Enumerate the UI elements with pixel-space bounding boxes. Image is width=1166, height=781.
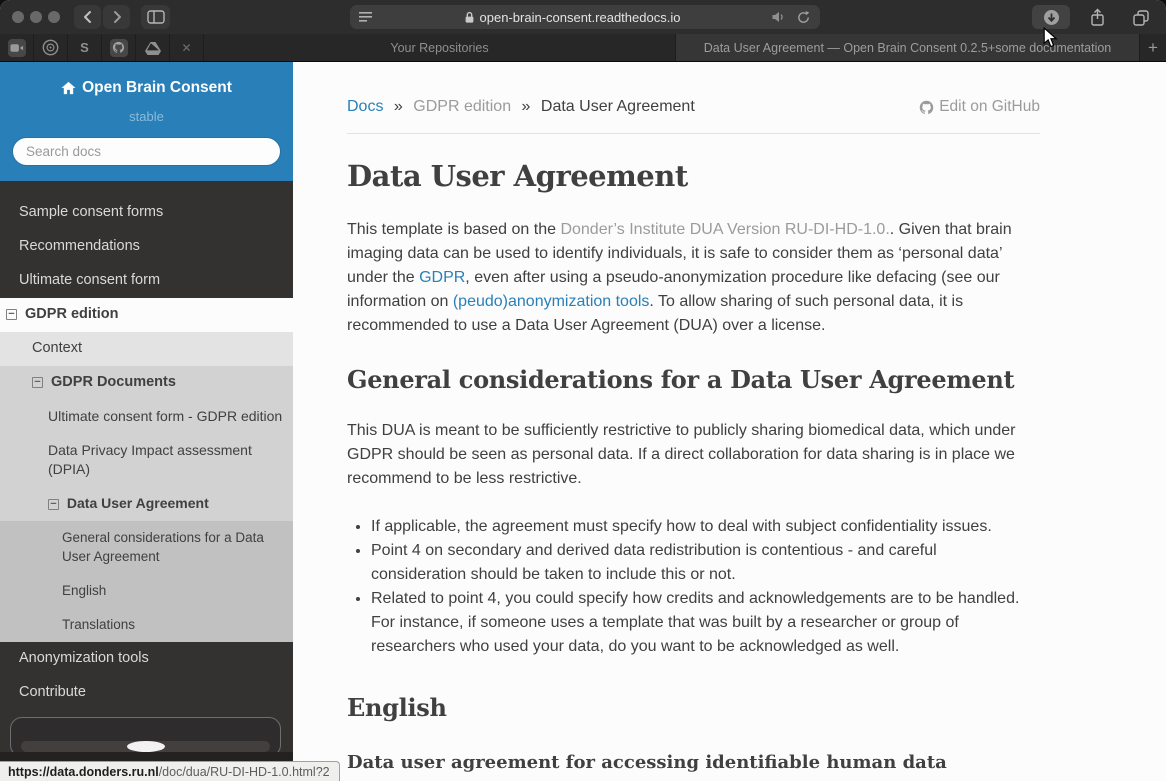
traffic-light-minimize[interactable] xyxy=(30,11,42,23)
drive-triangle-icon xyxy=(145,41,161,55)
s-logo-icon: S xyxy=(80,40,89,55)
donders-dua-link[interactable]: Donder’s Institute DUA Version RU-DI-HD-… xyxy=(560,221,889,238)
sidebar-nav: Sample consent forms Recommendations Ult… xyxy=(0,196,293,778)
docs-sidebar: Open Brain Consent stable Sample consent… xyxy=(0,62,293,781)
sidebar-item-general-considerations[interactable]: General considerations for a Data User A… xyxy=(0,521,293,574)
url-text: open-brain-consent.readthedocs.io xyxy=(480,10,681,25)
sidebar-item-gdpr-edition[interactable]: − GDPR edition xyxy=(0,298,293,332)
breadcrumb-current-page: Data User Agreement xyxy=(541,98,695,115)
breadcrumb: Docs » GDPR edition » Data User Agreemen… xyxy=(347,95,1040,119)
ad-oval xyxy=(127,741,165,752)
subsection-heading-dua: Data user agreement for accessing identi… xyxy=(347,751,1053,774)
project-title: Open Brain Consent xyxy=(82,79,232,97)
sidebar-item-contribute[interactable]: Contribute xyxy=(0,676,293,710)
back-button[interactable] xyxy=(74,5,101,29)
sidebar-header: Open Brain Consent stable xyxy=(0,62,293,181)
version-label: stable xyxy=(0,109,293,124)
page-body: Open Brain Consent stable Sample consent… xyxy=(0,62,1166,781)
section-heading-general: General considerations for a Data User A… xyxy=(347,365,1053,394)
chevron-right-icon xyxy=(108,8,126,26)
sidebar-item-sample-consent-forms[interactable]: Sample consent forms xyxy=(0,196,293,230)
breadcrumb-section-link[interactable]: GDPR edition xyxy=(413,98,511,115)
new-tab-button[interactable]: + xyxy=(1140,34,1166,61)
spiral-disc-icon xyxy=(42,39,59,56)
downloads-button[interactable] xyxy=(1032,5,1070,29)
tab-title: Your Repositories xyxy=(390,41,488,55)
pinned-tab-x[interactable]: ✕ xyxy=(170,34,204,61)
x-icon: ✕ xyxy=(181,41,191,55)
edit-on-github-link[interactable]: Edit on GitHub xyxy=(919,95,1040,119)
download-icon xyxy=(1043,9,1060,26)
docs-content: Docs » GDPR edition » Data User Agreemen… xyxy=(293,62,1166,781)
pinned-tab-video[interactable] xyxy=(0,34,34,61)
share-icon xyxy=(1089,8,1106,27)
status-url-path: /doc/dua/RU-DI-HD-1.0.html?2 xyxy=(159,765,330,779)
general-paragraph: This DUA is meant to be sufficiently res… xyxy=(347,419,1040,491)
gdpr-link[interactable]: GDPR xyxy=(419,269,465,286)
sidebar-item-translations[interactable]: Translations xyxy=(0,608,293,642)
tab-your-repositories[interactable]: Your Repositories xyxy=(204,34,676,61)
sidebar-item-ultimate-consent-form-gdpr[interactable]: Ultimate consent form - GDPR edition xyxy=(0,400,293,434)
tab-data-user-agreement-active[interactable]: Data User Agreement — Open Brain Consent… xyxy=(676,34,1140,61)
considerations-list: If applicable, the agreement must specif… xyxy=(347,515,1020,659)
home-icon xyxy=(61,81,76,95)
sidebar-item-recommendations[interactable]: Recommendations xyxy=(0,230,293,264)
forward-button[interactable] xyxy=(103,5,130,29)
tab-bar: S ✕ Your Repositories Data User Agreemen… xyxy=(0,34,1166,62)
breadcrumb-docs-link[interactable]: Docs xyxy=(347,98,383,115)
collapse-icon[interactable]: − xyxy=(48,499,59,510)
project-home-link[interactable]: Open Brain Consent xyxy=(61,79,232,97)
pinned-tab-github[interactable] xyxy=(102,34,136,61)
audio-mute-icon[interactable] xyxy=(771,10,786,24)
browser-window: open-brain-consent.readthedocs.io xyxy=(0,0,1166,781)
reload-icon[interactable] xyxy=(796,10,811,25)
ad-placeholder xyxy=(10,717,281,757)
sidebar-item-gdpr-documents[interactable]: − GDPR Documents xyxy=(0,366,293,400)
breadcrumb-divider xyxy=(347,133,1040,134)
page-title: Data User Agreement xyxy=(347,159,1053,193)
tab-overview-button[interactable] xyxy=(1124,5,1158,29)
search-input[interactable] xyxy=(12,137,281,166)
section-heading-english: English xyxy=(347,693,1053,722)
intro-paragraph: This template is based on the Donder’s I… xyxy=(347,218,1040,338)
pinned-tab-spiral[interactable] xyxy=(34,34,68,61)
breadcrumb-separator: » xyxy=(522,98,531,115)
browser-toolbar: open-brain-consent.readthedocs.io xyxy=(0,0,1166,34)
sidebar-toggle-button[interactable] xyxy=(141,5,170,29)
reader-view-icon[interactable] xyxy=(359,11,373,23)
anonymization-tools-link[interactable]: (peudo)anonymization tools xyxy=(453,293,650,310)
url-bar[interactable]: open-brain-consent.readthedocs.io xyxy=(350,5,820,29)
sidebar-item-anonymization-tools[interactable]: Anonymization tools xyxy=(0,642,293,676)
status-url-domain: https://data.donders.ru.nl xyxy=(8,765,159,779)
lock-icon xyxy=(464,11,475,24)
sidebar-item-english[interactable]: English xyxy=(0,574,293,608)
collapse-icon[interactable]: − xyxy=(32,377,43,388)
tabs-overview-icon xyxy=(1132,9,1150,26)
list-item: Related to point 4, you could specify ho… xyxy=(371,587,1020,659)
link-status-bar: https://data.donders.ru.nl/doc/dua/RU-DI… xyxy=(0,761,340,781)
sidebar-item-context[interactable]: Context xyxy=(0,332,293,366)
sidebar-panel-icon xyxy=(147,9,165,25)
chevron-left-icon xyxy=(79,8,97,26)
sidebar-item-ultimate-consent-form[interactable]: Ultimate consent form xyxy=(0,264,293,298)
breadcrumb-separator: » xyxy=(394,98,403,115)
video-camera-icon xyxy=(8,39,26,57)
list-item: Point 4 on secondary and derived data re… xyxy=(371,539,1020,587)
tab-title: Data User Agreement — Open Brain Consent… xyxy=(704,41,1112,55)
github-icon xyxy=(110,39,128,57)
sidebar-item-dpia[interactable]: Data Privacy Impact assessment (DPIA) xyxy=(0,434,293,487)
traffic-light-close[interactable] xyxy=(12,11,24,23)
share-button[interactable] xyxy=(1081,5,1113,29)
pinned-tab-s[interactable]: S xyxy=(68,34,102,61)
sidebar-item-data-user-agreement[interactable]: − Data User Agreement xyxy=(0,487,293,521)
pinned-tab-drive[interactable] xyxy=(136,34,170,61)
collapse-icon[interactable]: − xyxy=(6,309,17,320)
list-item: If applicable, the agreement must specif… xyxy=(371,515,1020,539)
traffic-light-zoom[interactable] xyxy=(48,11,60,23)
github-icon xyxy=(919,100,934,115)
